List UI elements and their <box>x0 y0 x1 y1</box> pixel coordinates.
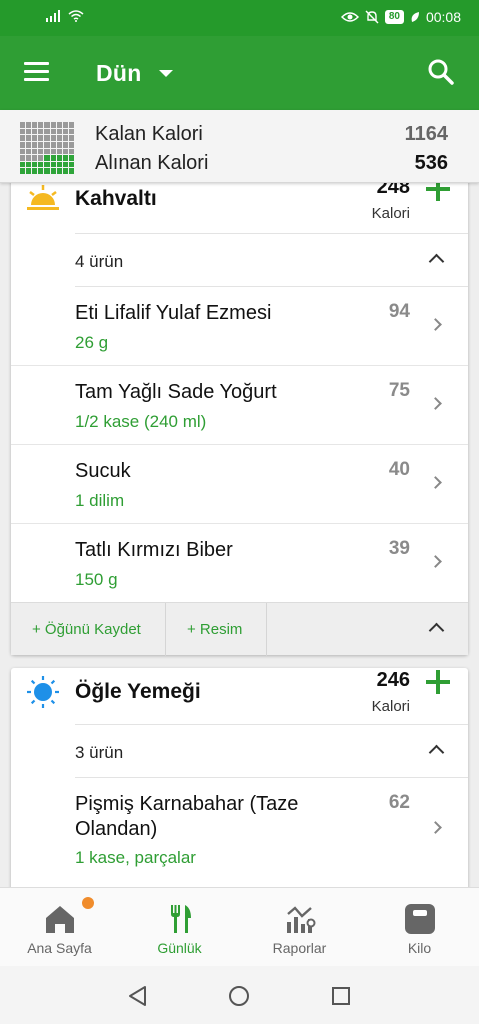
nav-home-label: Ana Sayfa <box>27 940 92 956</box>
food-item[interactable]: Pişmiş Karnabahar (Taze Olandan) 1 kase,… <box>11 778 468 887</box>
meal-calories-unit: Kalori <box>371 698 410 715</box>
food-item[interactable]: Tatlı Kırmızı Biber 150 g 39 <box>11 524 468 603</box>
scale-icon <box>404 904 435 934</box>
calorie-summary: Kalan Kalori 1164 Alınan Kalori 536 <box>0 110 479 183</box>
remaining-calories-label: Kalan Kalori <box>95 123 203 145</box>
leaf-icon <box>411 12 419 22</box>
sunrise-icon <box>27 185 59 210</box>
meal-card-breakfast: Kahvaltı 248 Kalori 4 ürün Eti Lifalif Y… <box>11 183 468 656</box>
add-food-button[interactable] <box>426 670 450 694</box>
item-count-row[interactable]: 3 ürün <box>75 724 468 778</box>
clock: 00:08 <box>425 9 461 25</box>
consumed-calories-label: Alınan Kalori <box>95 152 209 174</box>
recents-square-icon[interactable] <box>330 985 352 1007</box>
meal-calories-unit: Kalori <box>371 205 410 222</box>
food-amount: 1/2 kase (240 ml) <box>75 412 207 431</box>
remaining-calories-value: 1164 <box>404 123 448 145</box>
food-item[interactable]: Tam Yağlı Sade Yoğurt 1/2 kase (240 ml) … <box>11 366 468 445</box>
mute-bell-icon <box>365 10 379 24</box>
chevron-right-icon <box>429 476 442 489</box>
nav-diary[interactable]: Günlük <box>120 888 239 967</box>
chevron-up-icon[interactable] <box>428 744 445 761</box>
food-name: Tatlı Kırmızı Biber <box>75 539 233 561</box>
meal-calories: 248 <box>376 183 410 198</box>
nav-weight-label: Kilo <box>407 940 432 956</box>
diary-scroll-area[interactable]: Kahvaltı 248 Kalori 4 ürün Eti Lifalif Y… <box>0 183 479 887</box>
battery-indicator: 80 <box>384 10 404 24</box>
meal-header[interactable]: Kahvaltı 248 Kalori <box>11 183 468 233</box>
signal-icon <box>46 10 60 22</box>
food-amount: 1 dilim <box>75 491 125 510</box>
notification-badge <box>82 897 94 909</box>
chevron-right-icon <box>429 318 442 331</box>
menu-icon[interactable] <box>24 62 49 82</box>
food-calories: 62 <box>388 792 410 813</box>
food-item[interactable]: Sucuk 1 dilim 40 <box>11 445 468 524</box>
nav-weight[interactable]: Kilo <box>360 888 479 967</box>
item-count: 3 ürün <box>75 743 124 762</box>
food-calories: 75 <box>388 380 410 401</box>
nav-reports[interactable]: Raporlar <box>240 888 359 967</box>
food-name: Sucuk <box>75 460 131 482</box>
meal-header[interactable]: Öğle Yemeği 246 Kalori <box>11 626 468 726</box>
food-amount: 150 g <box>75 570 118 589</box>
chevron-up-icon[interactable] <box>428 253 445 270</box>
nav-reports-label: Raporlar <box>272 940 327 956</box>
nav-home[interactable]: Ana Sayfa <box>0 888 119 967</box>
eye-icon <box>340 12 359 22</box>
chevron-right-icon <box>429 821 442 834</box>
date-selector-title[interactable]: Dün <box>96 60 142 87</box>
food-item[interactable]: Eti Lifalif Yulaf Ezmesi 26 g 94 <box>11 287 468 366</box>
food-calories: 39 <box>388 538 410 559</box>
fork-knife-icon <box>170 905 191 933</box>
chart-icon <box>286 906 315 933</box>
food-amount: 1 kase, parçalar <box>75 848 196 867</box>
add-food-button[interactable] <box>426 183 450 201</box>
sun-icon <box>27 676 59 708</box>
chevron-right-icon <box>429 397 442 410</box>
meal-name: Kahvaltı <box>75 187 157 210</box>
app-bar: Dün <box>0 36 479 110</box>
item-count: 4 ürün <box>75 252 124 271</box>
food-amount: 26 g <box>75 333 109 352</box>
chevron-right-icon <box>429 555 442 568</box>
food-calories: 40 <box>388 459 410 480</box>
search-icon[interactable] <box>427 58 455 86</box>
consumed-calories-value: 536 <box>414 152 448 174</box>
status-bar: 80 00:08 <box>0 0 479 36</box>
wifi-icon <box>68 10 84 22</box>
caret-down-icon[interactable] <box>159 70 173 77</box>
item-count-row[interactable]: 4 ürün <box>75 233 468 287</box>
food-name: Eti Lifalif Yulaf Ezmesi <box>75 302 272 324</box>
home-circle-icon[interactable] <box>228 985 250 1007</box>
system-navigation-bar <box>0 966 479 1024</box>
bottom-navigation: Ana Sayfa Günlük Raporlar Kilo <box>0 887 479 966</box>
back-icon[interactable] <box>127 985 149 1007</box>
food-name: Tam Yağlı Sade Yoğurt <box>75 381 277 403</box>
nav-diary-label: Günlük <box>157 940 202 956</box>
meal-calories: 246 <box>376 669 410 691</box>
meal-card-lunch: Öğle Yemeği 246 Kalori 3 ürün Pişmiş Kar… <box>11 668 468 887</box>
meal-name: Öğle Yemeği <box>75 680 201 703</box>
food-name: Pişmiş Karnabahar (Taze Olandan) <box>75 793 299 840</box>
home-icon <box>45 906 74 933</box>
food-calories: 94 <box>388 301 410 322</box>
calorie-grid-icon <box>20 122 74 174</box>
